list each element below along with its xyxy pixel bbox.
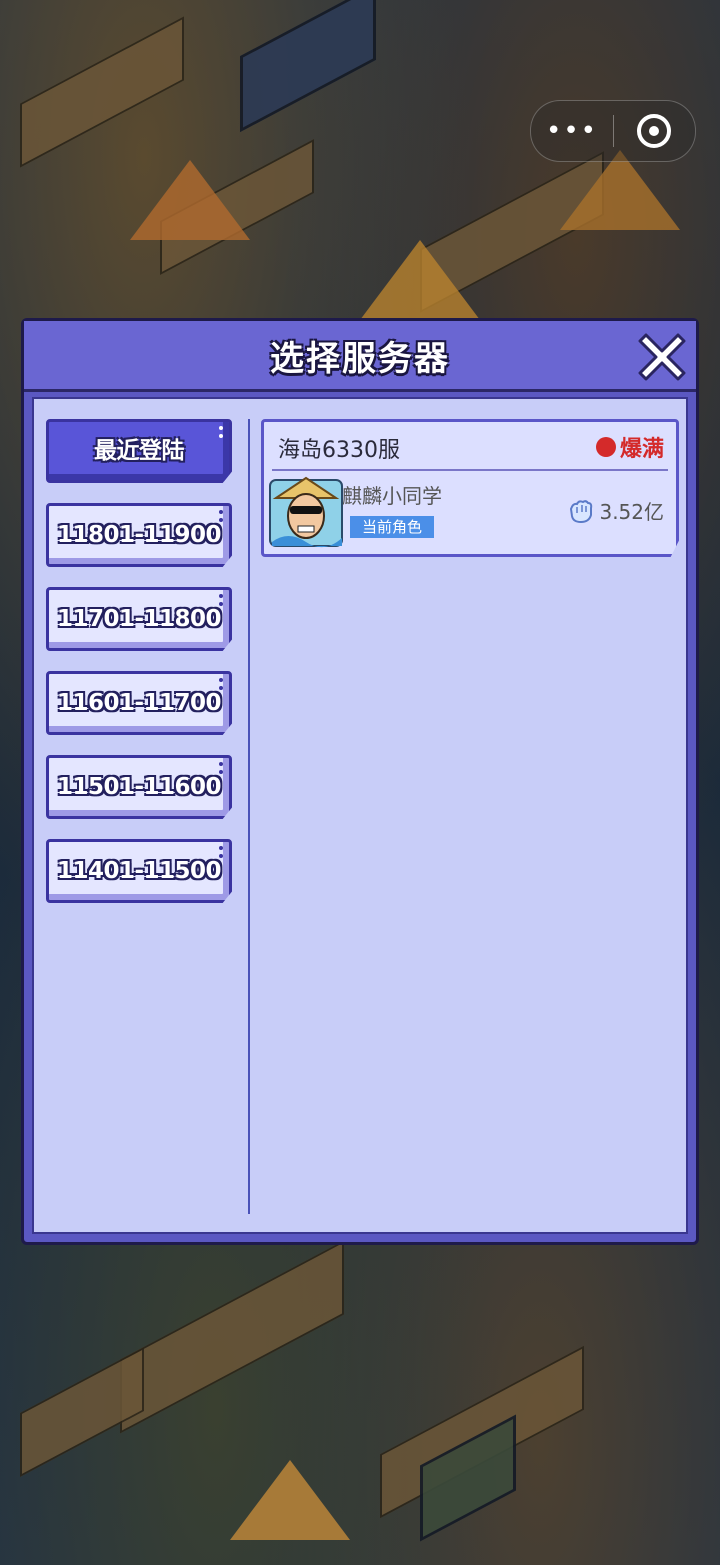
miniprogram-capsule: ••• xyxy=(530,100,696,162)
character-name: 麒麟小同学 xyxy=(342,484,442,508)
dialog-header: 选择服务器 xyxy=(24,321,696,392)
current-role-badge: 当前角色 xyxy=(350,516,435,538)
tab-label: 最近登陆 xyxy=(94,438,185,464)
server-card[interactable]: 海岛6330服 爆满 麒麟小同学 当前角色 3.52亿 xyxy=(261,419,679,557)
character-avatar xyxy=(269,476,343,548)
power-value: 3.52亿 xyxy=(599,500,664,524)
tab-server-range[interactable]: 11501-11600服 xyxy=(46,755,232,819)
status-dot-icon xyxy=(595,437,616,457)
server-range-tabs: 最近登陆 11801-11900服 11701-11800服 11601-117… xyxy=(46,419,236,923)
card-divider xyxy=(272,469,668,471)
server-name: 海岛6330服 xyxy=(278,438,400,463)
tab-server-range[interactable]: 11701-11800服 xyxy=(46,587,232,651)
dialog-body: 最近登陆 11801-11900服 11701-11800服 11601-117… xyxy=(32,397,688,1234)
dialog-title: 选择服务器 xyxy=(270,339,450,379)
tab-server-range[interactable]: 11401-11500服 xyxy=(46,839,232,903)
tab-recent-login[interactable]: 最近登陆 xyxy=(46,419,232,483)
server-select-dialog: 选择服务器 最近登陆 11801-11900服 11701-11800服 116… xyxy=(21,318,699,1245)
status-text: 爆满 xyxy=(619,437,664,462)
close-icon[interactable] xyxy=(636,329,688,381)
more-dots-icon[interactable]: ••• xyxy=(531,101,613,161)
tab-server-range[interactable]: 11601-11700服 xyxy=(46,671,232,735)
column-divider xyxy=(248,419,250,1214)
tab-server-range[interactable]: 11801-11900服 xyxy=(46,503,232,567)
tab-label: 11401-11500服 xyxy=(56,858,222,942)
target-icon[interactable] xyxy=(614,114,694,148)
power-display: 3.52亿 xyxy=(567,496,664,525)
fist-power-icon xyxy=(570,499,593,523)
server-status: 爆满 xyxy=(595,431,664,463)
